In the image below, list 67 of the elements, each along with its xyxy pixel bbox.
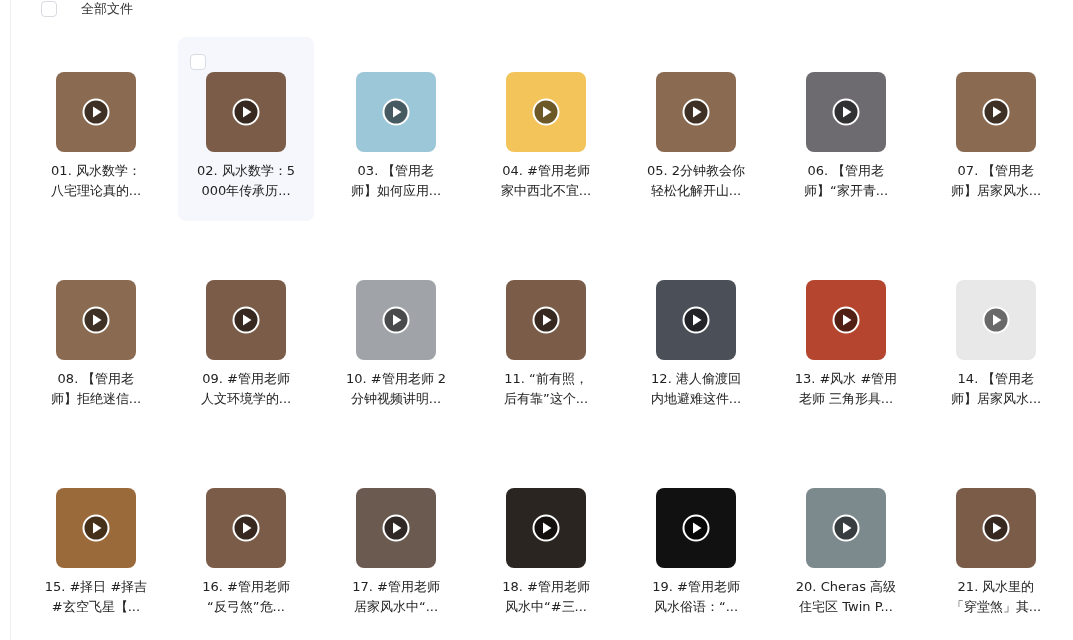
video-thumbnail[interactable]: [656, 280, 736, 360]
video-thumbnail[interactable]: [506, 280, 586, 360]
video-thumbnail[interactable]: [206, 280, 286, 360]
play-icon: [982, 98, 1010, 126]
play-icon: [82, 98, 110, 126]
file-name[interactable]: 14. 【管用老 师】居家风水...: [950, 369, 1042, 409]
play-icon: [532, 98, 560, 126]
file-name[interactable]: 19. #管用老师 风水俗语：“...: [652, 577, 740, 617]
file-name[interactable]: 05. 2分钟教会你 轻松化解开山...: [646, 161, 746, 201]
video-thumbnail[interactable]: [956, 488, 1036, 568]
video-thumbnail[interactable]: [56, 280, 136, 360]
file-card-background[interactable]: 02. 风水数学：5 000年传承历...: [178, 37, 314, 221]
play-icon: [232, 514, 260, 542]
play-icon: [832, 306, 860, 334]
file-name[interactable]: 12. 港人偷渡回 内地避难这件...: [650, 369, 742, 409]
file-name[interactable]: 18. #管用老师 风水中“#三...: [502, 577, 590, 617]
file-name[interactable]: 02. 风水数学：5 000年传承历...: [196, 161, 296, 201]
video-thumbnail[interactable]: [956, 280, 1036, 360]
video-thumbnail[interactable]: [806, 488, 886, 568]
file-name[interactable]: 03. 【管用老 师】如何应用...: [350, 161, 442, 201]
video-thumbnail[interactable]: [656, 488, 736, 568]
video-thumbnail[interactable]: [806, 72, 886, 152]
play-icon: [832, 98, 860, 126]
play-icon: [232, 98, 260, 126]
play-icon: [232, 306, 260, 334]
play-icon: [832, 514, 860, 542]
play-icon: [82, 514, 110, 542]
play-icon: [682, 514, 710, 542]
file-name[interactable]: 11. “前有照， 后有靠”这个...: [503, 369, 589, 409]
video-thumbnail[interactable]: [56, 72, 136, 152]
play-icon: [682, 306, 710, 334]
file-name[interactable]: 08. 【管用老 师】拒绝迷信...: [50, 369, 142, 409]
all-files-label: 全部文件: [81, 0, 133, 18]
file-name[interactable]: 15. #择日 #择吉 #玄空飞星【...: [44, 577, 148, 617]
video-thumbnail[interactable]: [506, 488, 586, 568]
video-thumbnail[interactable]: [356, 72, 436, 152]
play-icon: [382, 306, 410, 334]
play-icon: [532, 514, 560, 542]
file-name[interactable]: 06. 【管用老 师】“家开青...: [803, 161, 889, 201]
video-thumbnail[interactable]: [206, 488, 286, 568]
file-name[interactable]: 13. #风水 #管用 老师 三角形具...: [794, 369, 898, 409]
file-name[interactable]: 01. 风水数学： 八宅理论真的...: [50, 161, 142, 201]
file-name[interactable]: 21. 风水里的 「穿堂煞」其...: [950, 577, 1042, 617]
video-thumbnail[interactable]: [956, 72, 1036, 152]
video-thumbnail[interactable]: [656, 72, 736, 152]
play-icon: [532, 306, 560, 334]
play-icon: [982, 306, 1010, 334]
video-thumbnail[interactable]: [356, 280, 436, 360]
video-thumbnail[interactable]: [806, 280, 886, 360]
play-icon: [682, 98, 710, 126]
file-name[interactable]: 04. #管用老师 家中西北不宜...: [500, 161, 592, 201]
file-name[interactable]: 20. Cheras 高级 住宅区 Twin P...: [795, 577, 897, 617]
play-icon: [982, 514, 1010, 542]
video-thumbnail[interactable]: [56, 488, 136, 568]
video-thumbnail[interactable]: [206, 72, 286, 152]
play-icon: [382, 98, 410, 126]
play-icon: [382, 514, 410, 542]
select-all-checkbox[interactable]: [41, 1, 57, 17]
file-name[interactable]: 16. #管用老师 “反弓煞”危...: [202, 577, 290, 617]
file-name[interactable]: 10. #管用老师 2 分钟视频讲明...: [345, 369, 447, 409]
file-name[interactable]: 07. 【管用老 师】居家风水...: [950, 161, 1042, 201]
video-thumbnail[interactable]: [506, 72, 586, 152]
play-icon: [82, 306, 110, 334]
file-checkbox[interactable]: [190, 54, 206, 70]
video-thumbnail[interactable]: [356, 488, 436, 568]
file-name[interactable]: 09. #管用老师 人文环境学的...: [200, 369, 292, 409]
file-name[interactable]: 17. #管用老师 居家风水中“...: [352, 577, 440, 617]
